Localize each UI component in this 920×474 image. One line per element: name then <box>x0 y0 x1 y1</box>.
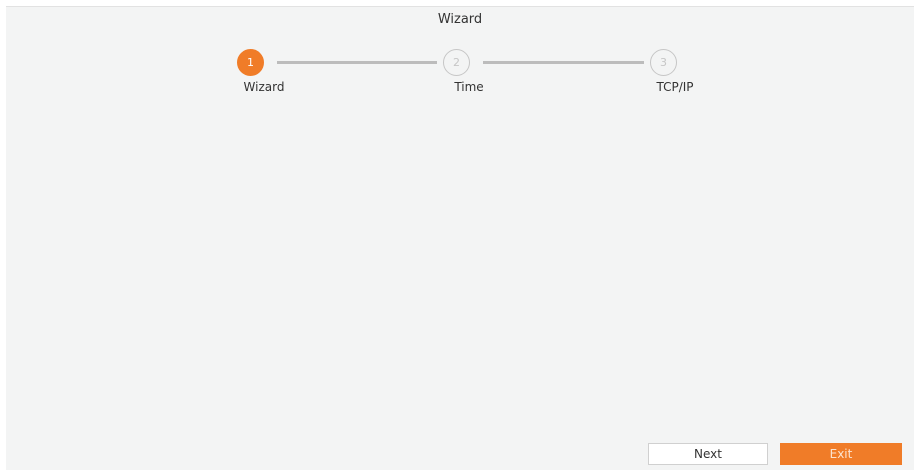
step-3-indicator: 3 <box>650 49 677 76</box>
step-progress: 1 2 3 Wizard Time TCP/IP <box>6 7 914 117</box>
step-3-label: TCP/IP <box>656 80 694 94</box>
exit-button[interactable]: Exit <box>780 443 902 465</box>
step-2-label: Time <box>454 80 484 94</box>
next-button[interactable]: Next <box>648 443 768 465</box>
step-connector-2-3 <box>483 61 644 64</box>
step-2-indicator: 2 <box>443 49 470 76</box>
wizard-window: Wizard 1 2 3 Wizard Time TCP/IP Next Exi… <box>6 6 914 470</box>
step-connector-1-2 <box>277 61 437 64</box>
step-1-label: Wizard <box>243 80 285 94</box>
step-1-indicator: 1 <box>237 49 264 76</box>
